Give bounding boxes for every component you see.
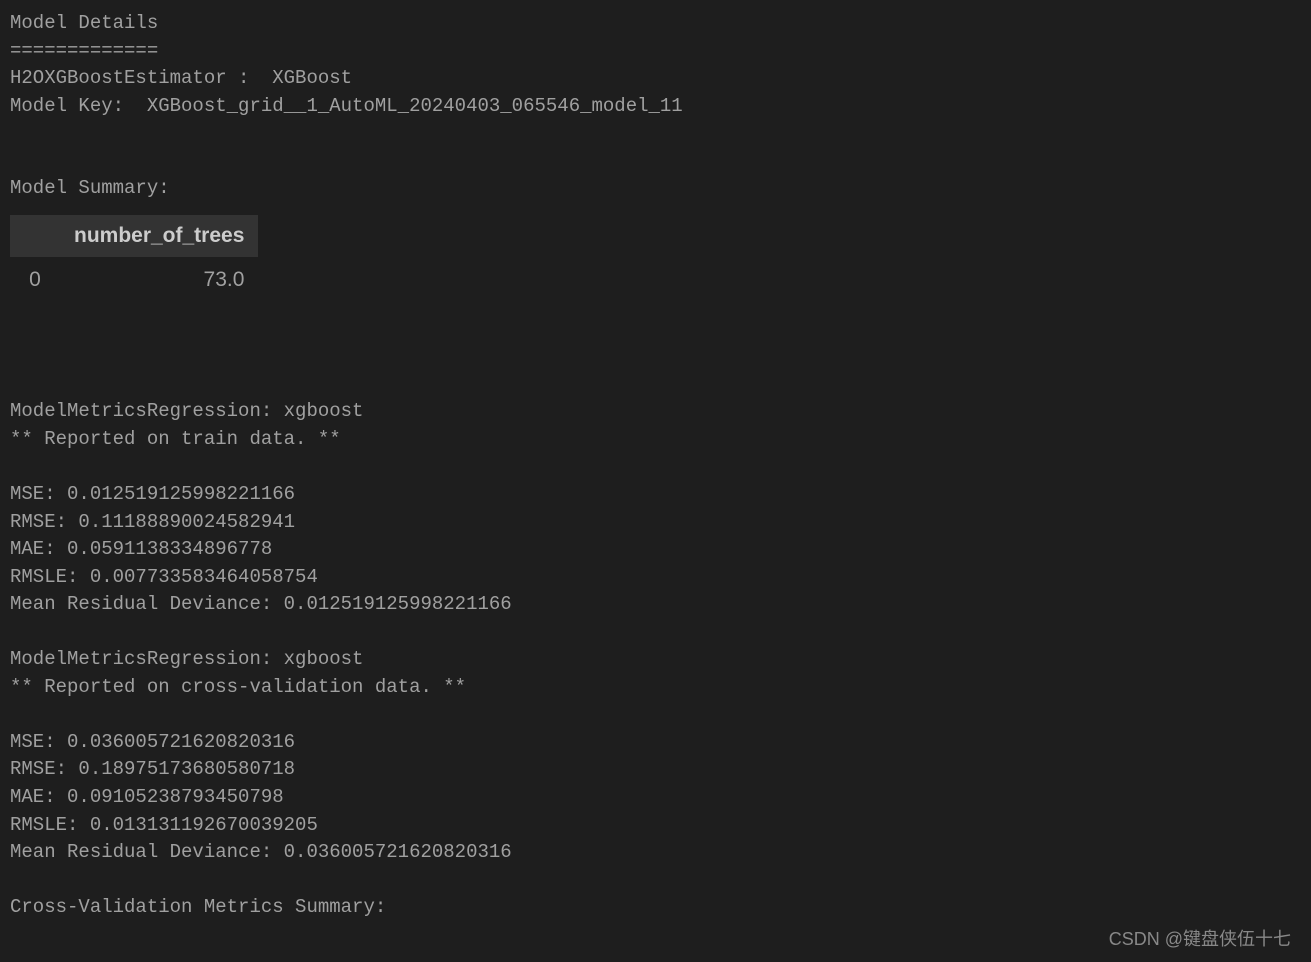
blank-line <box>10 867 1301 895</box>
cv-mae: MAE: 0.09105238793450798 <box>10 784 1301 812</box>
row-index: 0 <box>10 257 60 303</box>
cv-mse: MSE: 0.036005721620820316 <box>10 729 1301 757</box>
model-summary-heading: Model Summary: <box>10 175 1301 203</box>
blank-line <box>10 619 1301 647</box>
cv-rmsle: RMSLE: 0.013131192670039205 <box>10 812 1301 840</box>
model-summary-table: number_of_trees 0 73.0 <box>10 215 1301 304</box>
table-header-number-of-trees: number_of_trees <box>60 215 258 257</box>
model-details-title: Model Details <box>10 10 1301 38</box>
blank-line <box>10 316 1301 399</box>
cv-rmse: RMSE: 0.18975173680580718 <box>10 756 1301 784</box>
table-row: 0 73.0 <box>10 257 258 303</box>
train-mse: MSE: 0.012519125998221166 <box>10 481 1301 509</box>
train-mae: MAE: 0.0591138334896778 <box>10 536 1301 564</box>
model-key-line: Model Key: XGBoost_grid__1_AutoML_202404… <box>10 93 1301 121</box>
table-header-index <box>10 215 60 257</box>
divider: ============= <box>10 38 1301 66</box>
cv-mrd: Mean Residual Deviance: 0.03600572162082… <box>10 839 1301 867</box>
cv-metrics-heading: ModelMetricsRegression: xgboost <box>10 646 1301 674</box>
estimator-line: H2OXGBoostEstimator : XGBoost <box>10 65 1301 93</box>
cv-summary-heading: Cross-Validation Metrics Summary: <box>10 894 1301 922</box>
train-mrd: Mean Residual Deviance: 0.01251912599822… <box>10 591 1301 619</box>
train-metrics-heading: ModelMetricsRegression: xgboost <box>10 398 1301 426</box>
blank-line <box>10 453 1301 481</box>
table-header-row: number_of_trees <box>10 215 258 257</box>
watermark-text: CSDN @键盘侠伍十七 <box>1109 926 1291 952</box>
train-metrics-note: ** Reported on train data. ** <box>10 426 1301 454</box>
train-rmse: RMSE: 0.11188890024582941 <box>10 509 1301 537</box>
blank-line <box>10 120 1301 175</box>
blank-line <box>10 701 1301 729</box>
cv-metrics-note: ** Reported on cross-validation data. ** <box>10 674 1301 702</box>
row-number-of-trees: 73.0 <box>60 257 258 303</box>
train-rmsle: RMSLE: 0.007733583464058754 <box>10 564 1301 592</box>
